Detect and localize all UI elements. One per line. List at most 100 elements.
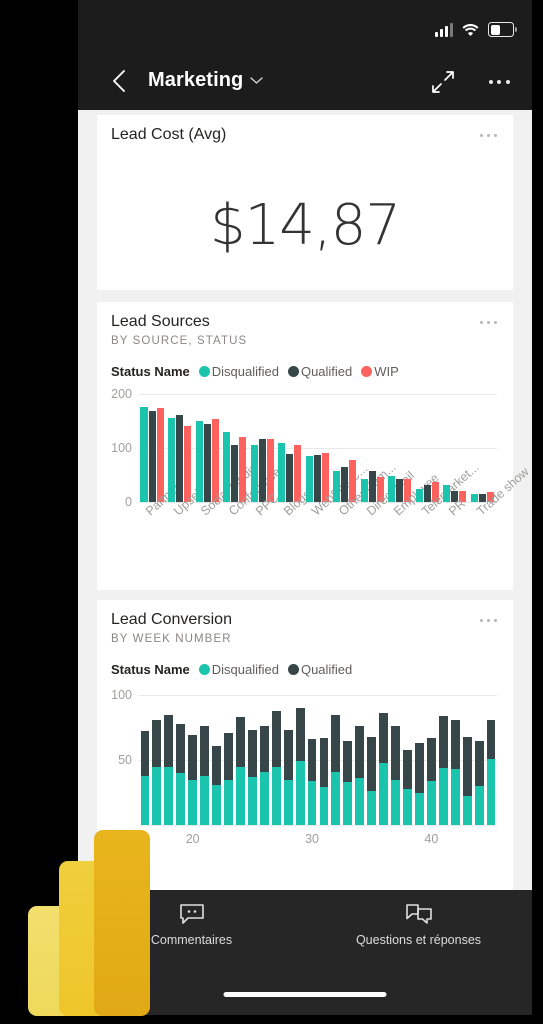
bar[interactable]: [388, 475, 396, 502]
bar-segment[interactable]: [367, 791, 377, 825]
bar-segment[interactable]: [247, 730, 257, 777]
bar-segment[interactable]: [236, 766, 245, 825]
bar-segment[interactable]: [319, 787, 329, 825]
bar-segment[interactable]: [259, 726, 269, 772]
report-title-dropdown[interactable]: Marketing: [148, 69, 264, 92]
bar-segment[interactable]: [307, 780, 317, 825]
bar[interactable]: [333, 471, 341, 502]
legend-item-qualified[interactable]: Qualified: [287, 662, 352, 677]
bar-segment[interactable]: [176, 773, 186, 825]
bar[interactable]: [203, 423, 211, 502]
bar-segment[interactable]: [188, 779, 198, 825]
bar-segment[interactable]: [403, 788, 412, 825]
bar-segment[interactable]: [140, 775, 150, 825]
bar[interactable]: [140, 406, 148, 502]
bar[interactable]: [148, 410, 156, 502]
bar[interactable]: [168, 418, 176, 502]
bar-segment[interactable]: [283, 779, 293, 825]
bar[interactable]: [278, 443, 286, 502]
bar-segment[interactable]: [379, 713, 389, 763]
bar-segment[interactable]: [164, 714, 174, 767]
bar-segment[interactable]: [247, 776, 257, 825]
bar-segment[interactable]: [355, 726, 365, 779]
bar-segment[interactable]: [438, 767, 448, 825]
legend-item-disqualified[interactable]: Disqualified: [198, 662, 279, 677]
bar-segment[interactable]: [295, 708, 305, 762]
card-more-options[interactable]: [475, 314, 501, 330]
bar-segment[interactable]: [486, 719, 496, 759]
bar-segment[interactable]: [343, 782, 353, 825]
bar-segment[interactable]: [486, 758, 496, 825]
bar-segment[interactable]: [295, 761, 305, 825]
bar-segment[interactable]: [391, 726, 400, 780]
bar-segment[interactable]: [271, 766, 281, 825]
bar-segment[interactable]: [200, 726, 210, 776]
bar-segment[interactable]: [474, 740, 484, 786]
legend-item-qualified[interactable]: Qualified: [287, 364, 352, 379]
bar-segment[interactable]: [331, 771, 341, 825]
bar-segment[interactable]: [474, 786, 484, 825]
bar-segment[interactable]: [140, 731, 150, 776]
bar[interactable]: [156, 408, 164, 502]
bar-segment[interactable]: [152, 766, 162, 825]
bar[interactable]: [176, 415, 184, 502]
bar[interactable]: [360, 479, 368, 502]
stacked-bar-chart-lead-conversion[interactable]: 50 100 20 30 40: [111, 688, 497, 846]
bar-segment[interactable]: [331, 714, 341, 772]
bar-segment[interactable]: [212, 784, 221, 825]
bar-segment[interactable]: [176, 723, 186, 773]
more-options-button[interactable]: [484, 70, 514, 94]
card-lead-sources[interactable]: Lead Sources BY SOURCE, STATUS Status Na…: [97, 302, 531, 590]
bar-segment[interactable]: [283, 730, 293, 780]
legend-item-disqualified[interactable]: Disqualified: [198, 364, 279, 379]
back-button[interactable]: [105, 66, 135, 96]
bar-segment[interactable]: [415, 792, 424, 825]
bar[interactable]: [286, 454, 294, 502]
bar-segment[interactable]: [319, 737, 329, 788]
bar-segment[interactable]: [152, 719, 162, 767]
bar[interactable]: [470, 493, 478, 502]
card-more-options[interactable]: [475, 612, 501, 628]
bar-segment[interactable]: [355, 778, 365, 825]
card-lead-cost[interactable]: Lead Cost (Avg) $14,87: [97, 115, 513, 290]
bar-segment[interactable]: [271, 710, 281, 767]
bar-segment[interactable]: [426, 737, 436, 781]
bar-segment[interactable]: [379, 762, 389, 825]
bar-segment[interactable]: [462, 796, 472, 825]
bar-segment[interactable]: [164, 766, 174, 825]
bar[interactable]: [313, 455, 321, 502]
bar-segment[interactable]: [236, 717, 245, 767]
home-indicator[interactable]: [223, 992, 387, 997]
bar-segment[interactable]: [426, 780, 436, 825]
bar[interactable]: [231, 445, 239, 502]
bar-segment[interactable]: [462, 736, 472, 797]
bar-segment[interactable]: [200, 775, 210, 825]
bar-segment[interactable]: [438, 715, 448, 768]
bar[interactable]: [250, 445, 258, 502]
qa-button[interactable]: Questions et réponses: [305, 899, 532, 947]
bar-segment[interactable]: [450, 719, 460, 770]
card-lead-conversion[interactable]: Lead Conversion BY WEEK NUMBER Status Na…: [97, 600, 513, 890]
bar-segment[interactable]: [415, 743, 424, 793]
bar-segment[interactable]: [188, 735, 198, 780]
card-more-options[interactable]: [475, 127, 501, 143]
bar-segment[interactable]: [391, 779, 400, 825]
bar-segment[interactable]: [367, 736, 377, 792]
bar-segment[interactable]: [224, 732, 233, 780]
bar[interactable]: [415, 488, 423, 502]
bar[interactable]: [258, 439, 266, 502]
bar[interactable]: [305, 456, 313, 502]
bar-segment[interactable]: [450, 769, 460, 825]
bar-segment[interactable]: [343, 740, 353, 783]
bar[interactable]: [223, 432, 231, 502]
bar-chart-lead-sources[interactable]: 0100200PartnerUpsellSocial MediaConferen…: [111, 387, 531, 518]
legend-item-wip[interactable]: WIP: [361, 364, 399, 379]
bar-segment[interactable]: [259, 771, 269, 825]
bar-segment[interactable]: [212, 745, 221, 785]
bar-segment[interactable]: [307, 739, 317, 781]
bar-segment[interactable]: [224, 779, 233, 825]
bar[interactable]: [195, 421, 203, 502]
bar[interactable]: [443, 485, 451, 502]
expand-button[interactable]: [429, 68, 457, 96]
bar-segment[interactable]: [403, 749, 412, 789]
